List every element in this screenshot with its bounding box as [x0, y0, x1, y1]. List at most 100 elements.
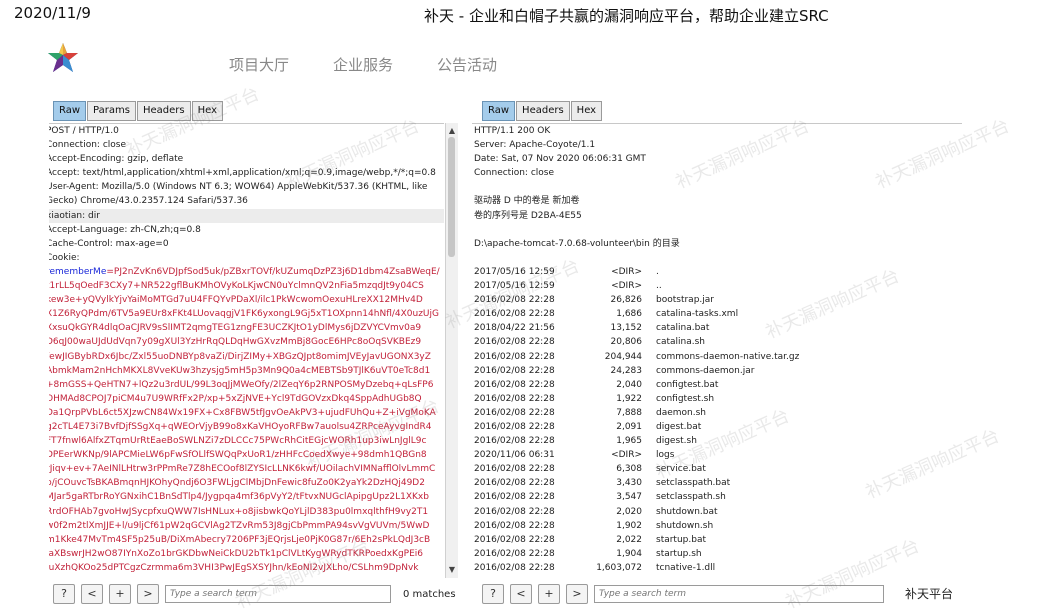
- entry-name: .: [656, 266, 659, 277]
- request-line: Accept: text/html,application/xhtml+xml,…: [49, 168, 436, 179]
- nav-item-projects[interactable]: 项目大厅: [229, 54, 289, 75]
- scroll-thumb[interactable]: [448, 137, 455, 257]
- request-add-button[interactable]: +: [109, 584, 131, 604]
- nav-item-enterprise[interactable]: 企业服务: [333, 54, 393, 75]
- cookie-line: m1Kke47MvTm4SF5p25uB/DiXmAbecry7206PF3jE…: [49, 534, 431, 545]
- entry-date: 2016/02/08 22:28: [474, 492, 555, 503]
- response-header-line: Date: Sat, 07 Nov 2020 06:06:31 GMT: [474, 154, 646, 165]
- entry-date: 2016/02/08 22:28: [474, 562, 555, 573]
- request-line: Cache-Control: max-age=0: [49, 238, 169, 249]
- entry-date: 2016/02/08 22:28: [474, 520, 555, 531]
- request-tab-headers[interactable]: Headers: [136, 101, 191, 121]
- response-tab-headers[interactable]: Headers: [516, 101, 570, 121]
- cookie-line: iaXBswrJH2wO87IYnXoZo1brGKDbwNeiCkDU2bTk…: [49, 548, 424, 559]
- entry-size: 3,547: [616, 492, 642, 503]
- dir-entry-row: 2018/04/22 21:56 13,152 catalina.bat: [474, 321, 962, 335]
- dir-entry-row: 2016/02/08 22:28 1,965 digest.sh: [474, 434, 962, 448]
- request-scrollbar[interactable]: ▲ ▼: [445, 123, 458, 578]
- response-tab-raw[interactable]: Raw: [482, 101, 516, 121]
- response-search-input[interactable]: [594, 585, 884, 603]
- entry-date: 2016/02/08 22:28: [474, 464, 555, 475]
- entry-size: <DIR>: [611, 266, 642, 277]
- entry-date: 2018/04/22 21:56: [474, 323, 555, 334]
- nav-bar: 项目大厅 企业服务 公告活动: [0, 38, 1046, 88]
- entry-date: 2016/02/08 22:28: [474, 436, 555, 447]
- cookie-line: MJar5gaRTbrRoYGNxihC1BnSdTlp4/Jygpqa4mf3…: [49, 492, 429, 503]
- dir-entry-row: 2016/02/08 22:28 1,686 catalina-tasks.xml: [474, 307, 962, 321]
- entry-size: 2,040: [616, 379, 642, 390]
- entry-size: 26,826: [610, 295, 643, 306]
- entry-size: 1,922: [616, 393, 642, 404]
- entry-name: catalina.sh: [656, 337, 705, 348]
- entry-date: 2016/02/08 22:28: [474, 309, 555, 320]
- dir-entry-row: 2016/02/08 22:28 26,826 bootstrap.jar: [474, 293, 962, 307]
- entry-date: 2016/02/08 22:28: [474, 478, 555, 489]
- scroll-down-icon[interactable]: ▼: [446, 564, 458, 576]
- cookie-key: rememberMe: [49, 266, 107, 277]
- cookie-line: OHMAd8CPOJ7piCM4u7U9WRfFx2P/xp+5xZjNVE+Y…: [49, 393, 422, 404]
- entry-name: shutdown.bat: [656, 506, 718, 517]
- response-help-button[interactable]: ?: [482, 584, 504, 604]
- entry-name: digest.bat: [656, 421, 702, 432]
- dir-entry-row: 2016/02/08 22:28 1,922 configtest.sh: [474, 392, 962, 406]
- request-next-button[interactable]: >: [137, 584, 159, 604]
- entry-name: configtest.bat: [656, 379, 719, 390]
- dir-entry-row: 2016/02/08 22:28 1,902 shutdown.sh: [474, 519, 962, 533]
- request-editor[interactable]: POST / HTTP/1.0 Connection: close Accept-E…: [49, 123, 444, 578]
- entry-date: 2016/02/08 22:28: [474, 393, 555, 404]
- request-help-button[interactable]: ?: [53, 584, 75, 604]
- dir-entry-row: 2016/02/08 22:28 3,430 setclasspath.bat: [474, 476, 962, 490]
- request-search-input[interactable]: [165, 585, 391, 603]
- entry-name: catalina-tasks.xml: [656, 309, 739, 320]
- dir-entry-row: 2020/11/06 06:31 <DIR> logs: [474, 448, 962, 462]
- cookie-line: kew3e+yQVylkYjvYaiMoMTGd7uU4FFQYvPDaXl/i…: [49, 295, 423, 306]
- cookie-line: FT7fnwl6AlfxZTqmUrRtEaeBoSWLNZi7zDLCCc75…: [49, 436, 427, 447]
- entry-date: 2017/05/16 12:59: [474, 266, 555, 277]
- cookie-line: w0f2m2tlXmJJE+l/u9ljCf61pW2qGCVlAg2TZvRm…: [49, 520, 430, 531]
- request-line: Connection: close: [49, 140, 126, 151]
- volume-info-line: 驱动器 D 中的卷是 新加卷: [474, 196, 580, 207]
- entry-size: 1,902: [616, 520, 642, 531]
- entry-date: 2020/11/06 06:31: [474, 450, 555, 461]
- response-header-line: Connection: close: [474, 168, 554, 179]
- cookie-line: XxsuQkGYR4dlqOaCJRV9sSlIMT2qmgTEG1zngFE3…: [49, 323, 422, 334]
- top-bar: 2020/11/9 补天 - 企业和白帽子共赢的漏洞响应平台，帮助企业建立SRC: [0, 0, 1046, 30]
- entry-size: 2,091: [616, 421, 642, 432]
- entry-size: 204,944: [604, 351, 642, 362]
- request-line: User-Agent: Mozilla/5.0 (Windows NT 6.3;…: [49, 182, 428, 193]
- response-next-button[interactable]: >: [566, 584, 588, 604]
- entry-size: 3,430: [616, 478, 642, 489]
- response-prev-button[interactable]: <: [510, 584, 532, 604]
- request-tab-params[interactable]: Params: [87, 101, 136, 121]
- response-add-button[interactable]: +: [538, 584, 560, 604]
- cookie-line: RrdOFHAb7gvoHwJSycpfxuQWW7IsHNLux+o8jisb…: [49, 506, 429, 517]
- response-editor[interactable]: HTTP/1.1 200 OK Server: Apache-Coyote/1.1…: [472, 123, 962, 578]
- nav-item-announcements[interactable]: 公告活动: [437, 54, 497, 75]
- entry-name: digest.sh: [656, 436, 697, 447]
- request-tab-raw[interactable]: Raw: [53, 101, 87, 121]
- entry-name: ..: [656, 281, 662, 292]
- scroll-up-icon[interactable]: ▲: [446, 125, 458, 137]
- response-header-line: Server: Apache-Coyote/1.1: [474, 140, 596, 151]
- cookie-line: +8mGSS+QeHTN7+lQz2u3rdUL/99L3oqJjMWeOfy/…: [49, 379, 434, 390]
- butian-logo-icon[interactable]: [46, 42, 80, 74]
- cookie-line: p/jCOuvcTsBKABmqnHJKOhyQndj6O3FWLjgClMbj…: [49, 478, 425, 489]
- cookie-line: JuXzhQKOo25dPTCgzCzrmma6m3VHI3PwJEgSXSYJ…: [49, 562, 419, 573]
- cookie-line: D6qJ00waUJdUdVqn7y09gXUl3YzHrRqQLDqHwGXv…: [49, 337, 422, 348]
- cookie-line: g2cTL4E73i7BvfDjfSSgXq+qWEOrVjyB99o8xKaV…: [49, 421, 432, 432]
- entry-size: 6,308: [616, 464, 642, 475]
- request-tab-hex[interactable]: Hex: [191, 101, 223, 121]
- directory-path-line: D:\apache-tomcat-7.0.68-volunteer\bin 的目…: [474, 238, 680, 249]
- entry-size: 13,152: [610, 323, 643, 334]
- entry-name: bootstrap.jar: [656, 295, 714, 306]
- request-line: Cookie:: [49, 252, 80, 263]
- entry-name: catalina.bat: [656, 323, 710, 334]
- response-tab-hex[interactable]: Hex: [570, 101, 603, 121]
- request-line: xiaotian: dir: [49, 208, 444, 223]
- cookie-line: fewJIGBybRDx6Jbc/Zxl55uoDNBYp8vaZi/DirjZ…: [49, 351, 431, 362]
- entry-name: daemon.sh: [656, 407, 706, 418]
- request-prev-button[interactable]: <: [81, 584, 103, 604]
- entry-date: 2016/02/08 22:28: [474, 407, 555, 418]
